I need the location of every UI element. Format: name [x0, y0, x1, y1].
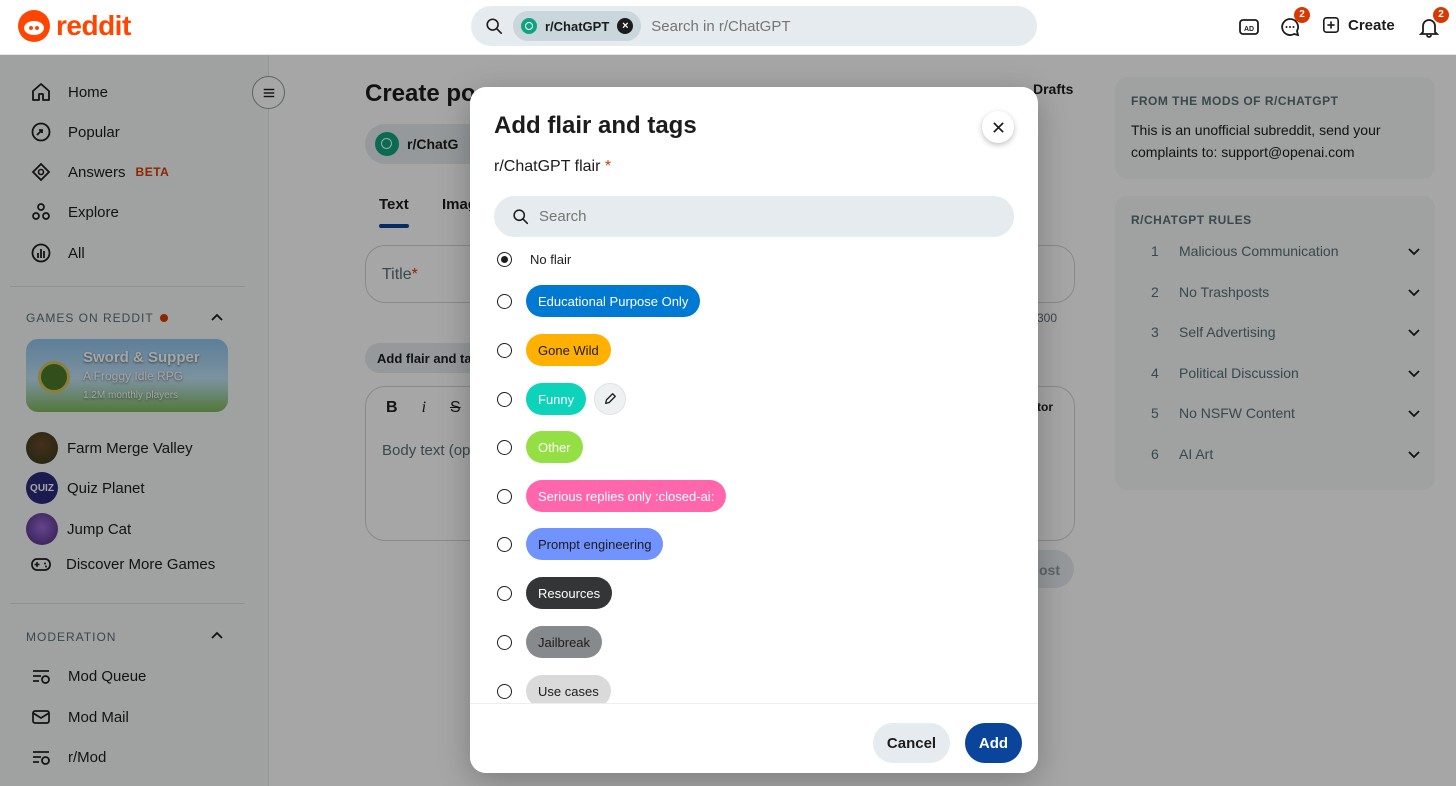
modal-title: Add flair and tags: [494, 112, 697, 139]
flair-option[interactable]: Resources: [497, 577, 613, 609]
add-button[interactable]: Add: [965, 723, 1022, 763]
close-icon: [992, 121, 1004, 133]
svg-text:AD: AD: [1244, 26, 1254, 33]
flair-option[interactable]: Serious replies only :closed-ai:: [497, 480, 727, 512]
search-icon: [513, 209, 529, 225]
chip-label: r/ChatGPT: [545, 18, 610, 34]
radio-button[interactable]: [497, 342, 512, 358]
flair-option[interactable]: Educational Purpose Only: [497, 285, 701, 317]
edit-flair-button[interactable]: [594, 383, 627, 415]
notifications-icon[interactable]: 2: [1418, 7, 1449, 38]
chat-badge: 2: [1294, 7, 1310, 23]
flair-option[interactable]: Other: [497, 431, 583, 463]
chat-icon[interactable]: 2: [1279, 7, 1310, 38]
flair-pill: Resources: [526, 577, 613, 609]
flair-pill: Serious replies only :closed-ai:: [526, 480, 727, 512]
flair-option[interactable]: Jailbreak: [497, 626, 603, 658]
flair-section-label: r/ChatGPT flair *: [494, 158, 611, 176]
radio-button[interactable]: [497, 585, 512, 601]
top-header: reddit r/ChatGPT × AD 2 Create 2: [0, 0, 1456, 55]
search-input[interactable]: [651, 17, 952, 35]
plus-square-icon: [1322, 16, 1340, 34]
flair-pill: Funny: [526, 383, 587, 415]
radio-button[interactable]: [497, 439, 512, 455]
advertise-icon[interactable]: AD: [1238, 16, 1260, 38]
reddit-logo[interactable]: reddit: [18, 10, 131, 42]
flair-pill: Other: [526, 431, 583, 463]
global-search-bar[interactable]: r/ChatGPT ×: [471, 6, 1037, 46]
radio-button[interactable]: [497, 293, 512, 309]
add-flair-modal: Add flair and tags r/ChatGPT flair * No …: [470, 87, 1038, 773]
cancel-button[interactable]: Cancel: [873, 723, 950, 763]
flair-search-bar[interactable]: [494, 196, 1014, 237]
subreddit-search-chip: r/ChatGPT ×: [513, 11, 642, 41]
radio-button[interactable]: [497, 634, 512, 650]
logo-wordmark: reddit: [56, 10, 131, 41]
radio-button[interactable]: [497, 391, 512, 407]
flair-option[interactable]: Funny: [497, 383, 627, 415]
create-label: Create: [1348, 16, 1395, 34]
modal-close-button[interactable]: [982, 111, 1014, 143]
create-button[interactable]: Create: [1322, 16, 1395, 34]
flair-pill: Prompt engineering: [526, 528, 664, 560]
flair-pill: Gone Wild: [526, 334, 611, 366]
pencil-icon: [605, 393, 617, 405]
flair-pill: Jailbreak: [526, 626, 603, 658]
chatgpt-subreddit-icon: [521, 18, 537, 34]
flair-option-no-flair[interactable]: No flair: [497, 252, 571, 267]
notifications-badge: 2: [1433, 7, 1449, 23]
required-mark: *: [604, 158, 612, 175]
radio-button[interactable]: [497, 536, 512, 552]
flair-pill: Educational Purpose Only: [526, 285, 701, 317]
radio-button[interactable]: [497, 488, 512, 504]
chip-remove-icon[interactable]: ×: [617, 18, 634, 34]
flair-option[interactable]: Gone Wild: [497, 334, 611, 366]
flair-label-text: r/ChatGPT flair: [494, 158, 601, 175]
radio-button[interactable]: [497, 683, 512, 699]
no-flair-label: No flair: [530, 252, 572, 267]
flair-option[interactable]: Prompt engineering: [497, 528, 664, 560]
flair-search-input[interactable]: [539, 208, 979, 225]
radio-selected[interactable]: [497, 252, 512, 267]
search-icon: [486, 18, 503, 35]
modal-footer: Cancel Add: [470, 703, 1038, 773]
reddit-snoo-icon: [18, 10, 50, 42]
